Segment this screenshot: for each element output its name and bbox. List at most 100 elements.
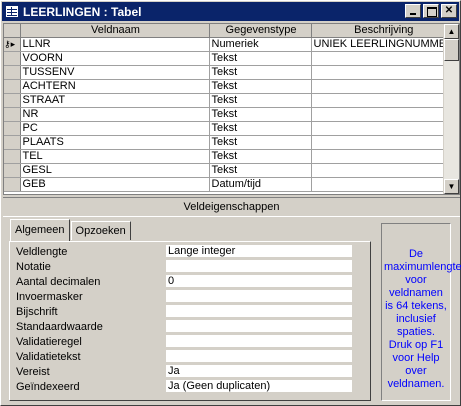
field-name-cell[interactable]: PC <box>20 121 210 136</box>
tab-opzoeken[interactable]: Opzoeken <box>70 221 131 240</box>
field-name-cell[interactable]: GEB <box>20 177 210 192</box>
close-icon: ✕ <box>444 5 454 16</box>
properties-tabs: Algemeen Opzoeken <box>10 219 132 241</box>
data-type-cell[interactable]: Tekst <box>209 65 312 80</box>
table-row[interactable]: PLAATS Tekst <box>4 135 456 150</box>
maximize-button[interactable] <box>423 4 439 18</box>
property-value-field[interactable]: Lange integer <box>166 245 352 258</box>
table-row[interactable]: NR Tekst <box>4 107 456 122</box>
property-row: Geïndexeerd Ja (Geen duplicaten) <box>16 380 356 394</box>
vertical-scrollbar[interactable]: ▲ ▼ <box>443 24 459 194</box>
general-properties-panel: Veldlengte Lange integer Notatie Aantal … <box>9 241 371 401</box>
description-cell[interactable] <box>311 177 456 192</box>
row-selector[interactable] <box>4 79 21 94</box>
field-grid: Veldnaam Gegevenstype Beschrijving ⚷▸ LL… <box>3 23 460 195</box>
field-name-cell[interactable]: GESL <box>20 163 210 178</box>
table-row[interactable]: STRAAT Tekst <box>4 93 456 108</box>
property-label: Vereist <box>16 366 50 378</box>
property-row: Vereist Ja <box>16 365 356 379</box>
arrow-up-icon: ▲ <box>447 27 456 36</box>
row-selector[interactable] <box>4 51 21 66</box>
column-header-veldnaam: Veldnaam <box>20 24 210 38</box>
data-type-cell[interactable]: Tekst <box>209 121 312 136</box>
property-value-field[interactable]: 0 <box>166 275 352 288</box>
table-row[interactable]: PC Tekst <box>4 121 456 136</box>
help-text-panel: De maximumlengte voor veldnamen is 64 te… <box>381 223 461 401</box>
row-selector[interactable] <box>4 177 21 192</box>
title-bar[interactable]: LEERLINGEN : Tabel ✕ <box>2 2 459 21</box>
row-selector[interactable] <box>4 163 21 178</box>
description-cell[interactable] <box>311 121 456 136</box>
column-header-gegevenstype: Gegevenstype <box>209 24 312 38</box>
row-selector[interactable] <box>4 65 21 80</box>
property-label: Invoermasker <box>16 291 83 303</box>
description-cell[interactable] <box>311 149 456 164</box>
tab-algemeen[interactable]: Algemeen <box>10 219 70 241</box>
property-label: Validatietekst <box>16 351 81 363</box>
row-selector[interactable] <box>4 107 21 122</box>
table-row[interactable]: ⚷▸ LLNR Numeriek UNIEK LEERLINGNUMMER <box>4 37 456 52</box>
data-type-cell[interactable]: Tekst <box>209 107 312 122</box>
property-label: Bijschrift <box>16 306 58 318</box>
minimize-icon <box>410 13 416 15</box>
property-value-field[interactable] <box>166 290 352 303</box>
data-type-cell[interactable]: Tekst <box>209 79 312 94</box>
field-name-cell[interactable]: NR <box>20 107 210 122</box>
property-row: Aantal decimalen 0 <box>16 275 356 289</box>
row-selector-header <box>4 24 21 38</box>
row-selector[interactable] <box>4 149 21 164</box>
minimize-button[interactable] <box>405 4 421 18</box>
property-value-field[interactable] <box>166 335 352 348</box>
property-value-field[interactable]: Ja (Geen duplicaten) <box>166 380 352 393</box>
data-type-cell[interactable]: Tekst <box>209 149 312 164</box>
data-type-cell[interactable]: Tekst <box>209 93 312 108</box>
property-value-field[interactable] <box>166 305 352 318</box>
field-name-cell[interactable]: VOORN <box>20 51 210 66</box>
field-name-cell[interactable]: STRAAT <box>20 93 210 108</box>
description-cell[interactable] <box>311 65 456 80</box>
table-row[interactable]: VOORN Tekst <box>4 51 456 66</box>
table-row[interactable]: GESL Tekst <box>4 163 456 178</box>
property-label: Veldlengte <box>16 246 68 258</box>
description-cell[interactable]: UNIEK LEERLINGNUMMER <box>311 37 456 52</box>
scroll-thumb[interactable] <box>444 39 459 61</box>
field-name-cell[interactable]: TEL <box>20 149 210 164</box>
field-name-cell[interactable]: TUSSENV <box>20 65 210 80</box>
row-selector[interactable] <box>4 135 21 150</box>
data-type-cell[interactable]: Numeriek <box>209 37 312 52</box>
property-value-field[interactable] <box>166 320 352 333</box>
window-title: LEERLINGEN : Tabel <box>23 4 142 19</box>
description-cell[interactable] <box>311 135 456 150</box>
close-button[interactable]: ✕ <box>441 4 457 18</box>
field-name-cell[interactable]: LLNR <box>20 37 210 52</box>
row-selector[interactable]: ⚷▸ <box>4 37 21 52</box>
description-cell[interactable] <box>311 107 456 122</box>
property-label: Notatie <box>16 261 51 273</box>
table-row[interactable]: GEB Datum/tijd <box>4 177 456 192</box>
property-value-field[interactable]: Ja <box>166 365 352 378</box>
row-selector[interactable] <box>4 121 21 136</box>
description-cell[interactable] <box>311 93 456 108</box>
table-row[interactable]: TUSSENV Tekst <box>4 65 456 80</box>
scroll-up-button[interactable]: ▲ <box>444 24 459 39</box>
primary-key-icon: ⚷▸ <box>4 39 16 49</box>
field-name-cell[interactable]: PLAATS <box>20 135 210 150</box>
data-type-cell[interactable]: Tekst <box>209 51 312 66</box>
property-value-field[interactable] <box>166 260 352 273</box>
field-name-cell[interactable]: ACHTERN <box>20 79 210 94</box>
property-row: Veldlengte Lange integer <box>16 245 356 259</box>
description-cell[interactable] <box>311 163 456 178</box>
table-row[interactable]: ACHTERN Tekst <box>4 79 456 94</box>
data-type-cell[interactable]: Datum/tijd <box>209 177 312 192</box>
scroll-down-button[interactable]: ▼ <box>444 179 459 194</box>
property-label: Aantal decimalen <box>16 276 101 288</box>
property-row: Standaardwaarde <box>16 320 356 334</box>
data-type-cell[interactable]: Tekst <box>209 163 312 178</box>
data-type-cell[interactable]: Tekst <box>209 135 312 150</box>
description-cell[interactable] <box>311 51 456 66</box>
row-selector[interactable] <box>4 93 21 108</box>
table-row[interactable]: TEL Tekst <box>4 149 456 164</box>
property-value-field[interactable] <box>166 350 352 363</box>
arrow-down-icon: ▼ <box>447 182 456 191</box>
description-cell[interactable] <box>311 79 456 94</box>
